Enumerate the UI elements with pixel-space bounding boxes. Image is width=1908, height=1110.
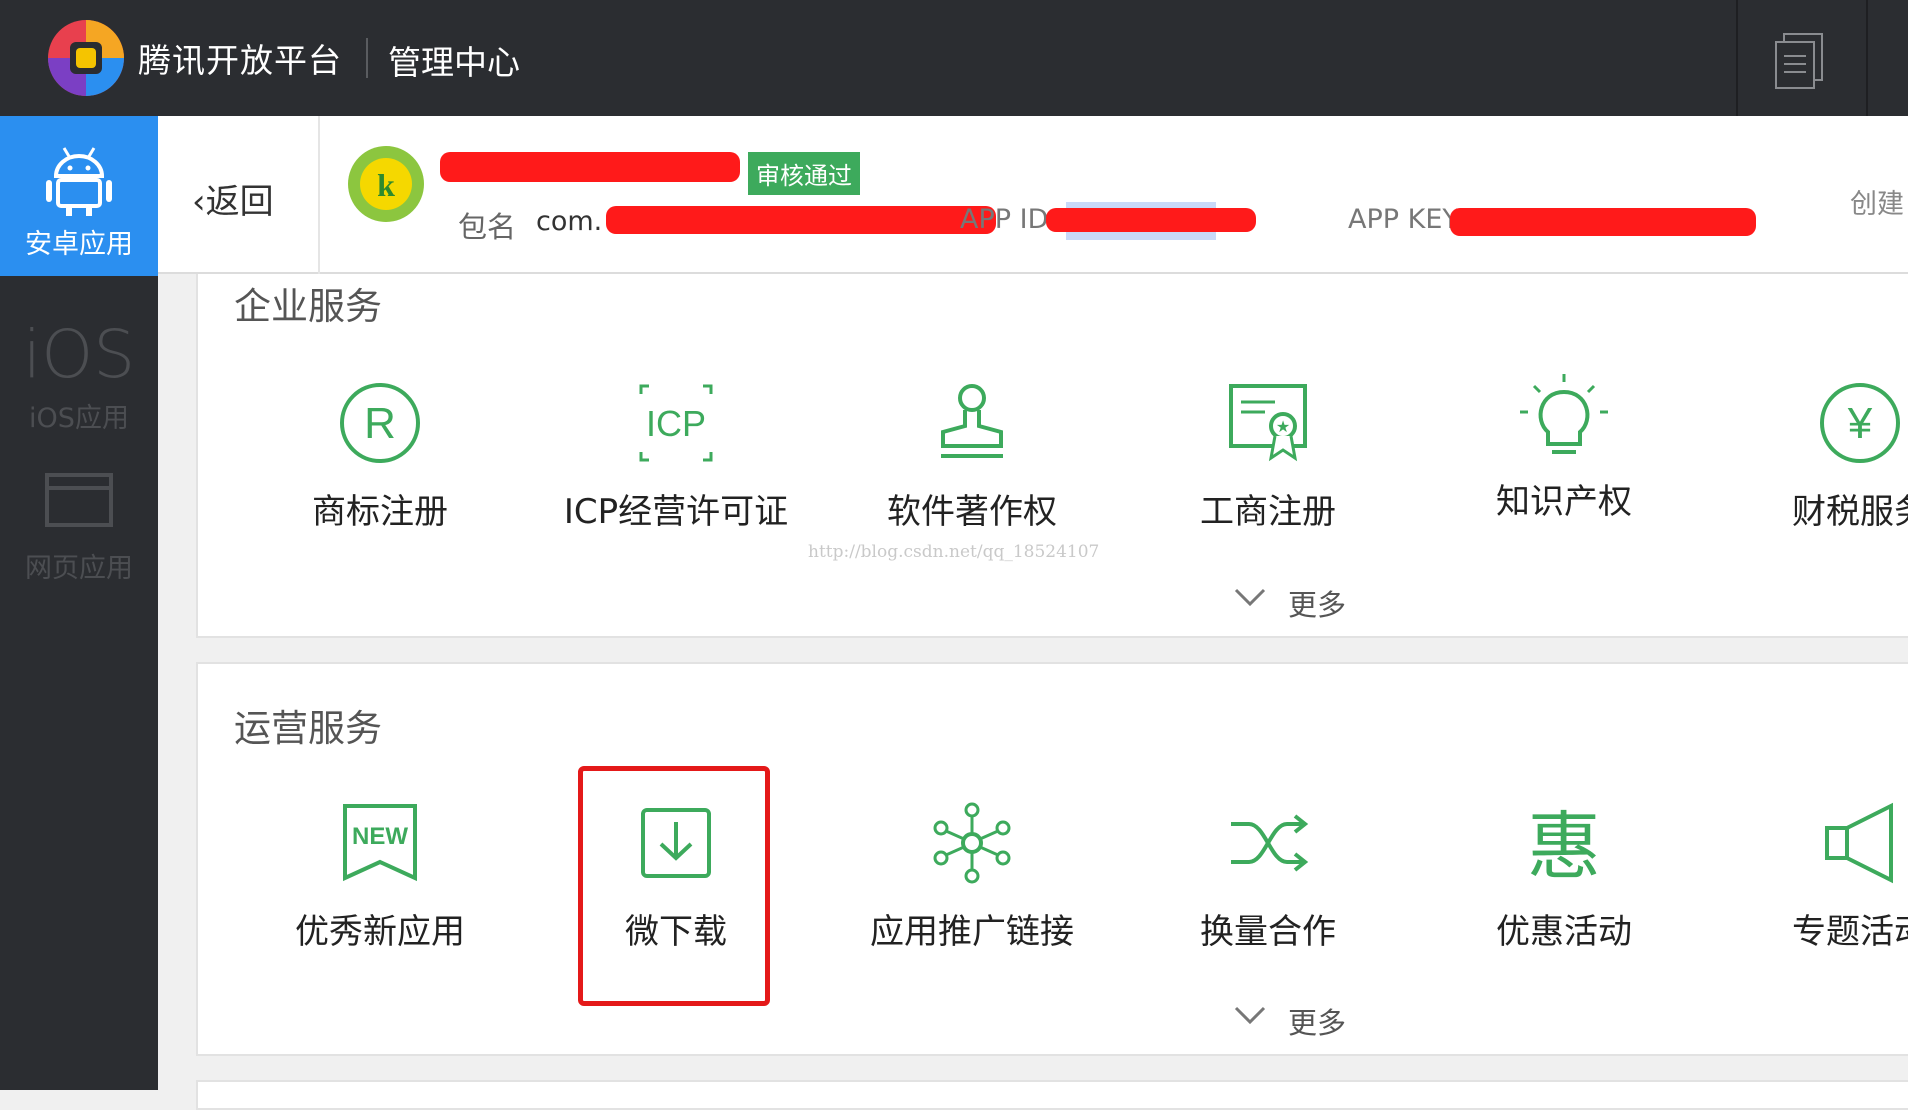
package-label: 包名 (458, 210, 517, 244)
service-label: 换量合作 (1200, 912, 1336, 952)
redaction-mark (606, 206, 996, 234)
service-label: 优惠活动 (1496, 912, 1632, 952)
redaction-mark (1046, 208, 1256, 232)
svg-text:ICP: ICP (646, 403, 706, 444)
highlight-annotation (578, 766, 770, 1006)
service-icp-license[interactable]: ICP ICP经营许可证 (546, 380, 806, 533)
watermark: http://blog.csdn.net/qq_18524107 (808, 542, 1100, 562)
service-finance-tax[interactable]: ¥ 财税服务 (1730, 380, 1908, 533)
service-label: 工商注册 (1200, 492, 1336, 532)
megaphone-icon (1825, 802, 1893, 884)
service-label: 应用推广链接 (870, 912, 1074, 952)
operations-services-card: 运营服务 NEW 优秀新应用 微下载 应用推广链接 换量合作 惠 优惠活动 专题… (196, 662, 1908, 1056)
sidebar-item-web[interactable]: 网页应用 (0, 466, 158, 616)
svg-text:惠: 惠 (1527, 804, 1601, 886)
more-link[interactable]: 更多 (1234, 1000, 1347, 1042)
svg-text:¥: ¥ (1847, 399, 1873, 448)
more-label: 更多 (1288, 588, 1347, 622)
section-title: 企业服务 (234, 285, 382, 328)
top-bar: 腾讯开放平台 管理中心 (0, 0, 1908, 116)
tencent-logo-icon[interactable] (44, 16, 128, 100)
back-label: 返回 (205, 182, 274, 222)
service-discount-activity[interactable]: 惠 优惠活动 (1434, 800, 1694, 953)
stamp-icon (941, 384, 1003, 458)
svg-text:★: ★ (1276, 417, 1290, 436)
service-label: 财税服务 (1792, 492, 1908, 532)
service-label: ICP经营许可证 (563, 492, 789, 532)
brand-name: 腾讯开放平台 (138, 41, 342, 80)
more-link[interactable]: 更多 (1234, 582, 1347, 624)
topbar-divider (1866, 0, 1868, 116)
service-label: 商标注册 (312, 492, 448, 532)
service-promotion-link[interactable]: 应用推广链接 (842, 800, 1102, 953)
sidebar-item-android[interactable]: 安卓应用 (0, 116, 158, 276)
service-software-copyright[interactable]: 软件著作权 (842, 380, 1102, 533)
app-key-label: APP KEY (1348, 204, 1459, 235)
brand-divider (366, 38, 368, 78)
redaction-mark (1450, 208, 1756, 236)
document-icon[interactable] (1772, 30, 1828, 90)
sidebar-item-label: 安卓应用 (25, 229, 133, 260)
created-label: 创建 (1850, 189, 1904, 220)
chevron-left-icon: ‹ (192, 182, 206, 222)
service-label: 知识产权 (1496, 482, 1632, 522)
svg-text:R: R (364, 399, 396, 448)
redaction-mark (440, 152, 740, 182)
new-ribbon-icon: NEW (343, 804, 417, 882)
svg-text:k: k (377, 167, 395, 203)
section-title: 运营服务 (234, 707, 382, 750)
sidebar-item-ios[interactable]: iOS iOS应用 (0, 296, 158, 446)
service-new-apps[interactable]: NEW 优秀新应用 (250, 800, 510, 953)
status-badge: 审核通过 (748, 152, 860, 195)
web-window-icon (45, 473, 113, 527)
sidebar: 安卓应用 iOS iOS应用 网页应用 (0, 116, 158, 1090)
shuffle-icon (1231, 814, 1309, 872)
header-divider (318, 116, 320, 274)
service-special-topic[interactable]: 专题活动 (1730, 800, 1908, 953)
back-button[interactable]: ‹返回 (192, 174, 274, 223)
service-label: 专题活动 (1792, 912, 1908, 952)
console-title[interactable]: 管理中心 (388, 36, 520, 84)
lightbulb-icon (1520, 374, 1608, 454)
chevron-down-icon (1234, 588, 1266, 607)
app-id-label: APP ID (960, 204, 1049, 235)
registered-trademark-icon: R (340, 383, 420, 463)
app-info-header: ‹返回 k 审核通过 包名 com. APP ID APP KEY 创建 (158, 116, 1908, 274)
certificate-icon: ★ (1229, 384, 1307, 462)
icp-icon: ICP (639, 384, 713, 462)
service-label: 软件著作权 (887, 492, 1057, 532)
package-value: com. (536, 206, 603, 237)
service-trademark[interactable]: R 商标注册 (250, 380, 510, 533)
app-avatar: k (348, 146, 424, 222)
more-label: 更多 (1288, 1006, 1347, 1040)
discount-glyph-icon: 惠 (1527, 804, 1601, 886)
topbar-divider (1736, 0, 1738, 116)
android-icon (46, 147, 112, 216)
enterprise-services-card: 企业服务 R 商标注册 ICP ICP经营许可证 软件著作权 ★ 工商注册 知识… (196, 260, 1908, 638)
service-intellectual-property[interactable]: 知识产权 (1434, 370, 1694, 523)
sidebar-item-label: iOS应用 (29, 403, 129, 434)
yuan-coin-icon: ¥ (1820, 383, 1900, 463)
chevron-down-icon (1234, 1006, 1266, 1025)
sidebar-item-label: 网页应用 (25, 553, 133, 584)
service-business-registration[interactable]: ★ 工商注册 (1138, 380, 1398, 533)
network-nodes-icon (933, 802, 1011, 884)
next-section-card (196, 1080, 1908, 1110)
service-label: 优秀新应用 (295, 912, 465, 952)
service-traffic-exchange[interactable]: 换量合作 (1138, 800, 1398, 953)
ios-icon: iOS (22, 316, 136, 393)
svg-text:NEW: NEW (352, 823, 408, 850)
